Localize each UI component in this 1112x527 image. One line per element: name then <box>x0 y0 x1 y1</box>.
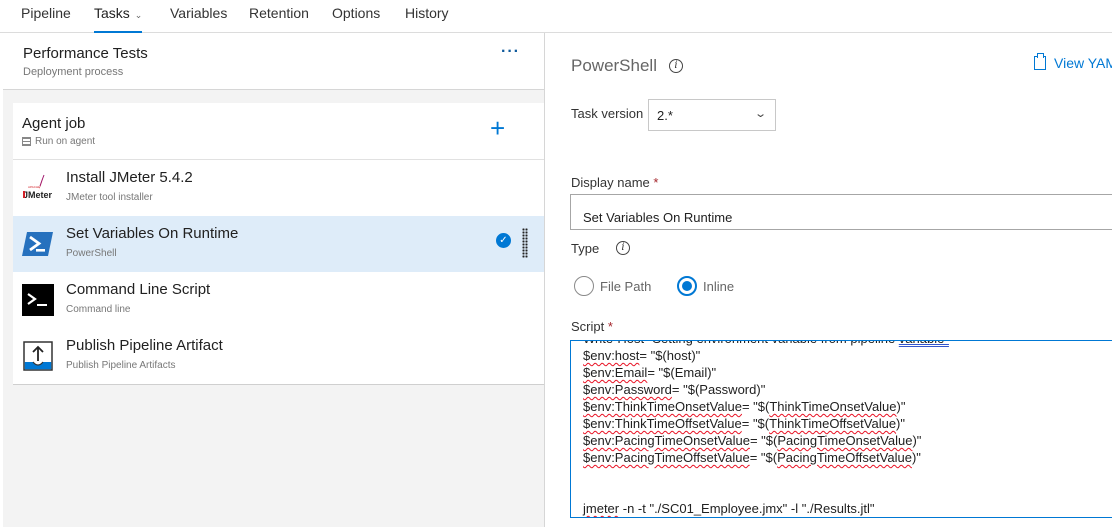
script-label-text: Script <box>571 319 605 334</box>
task-version-value: 2.* <box>657 108 673 123</box>
process-pane: Performance Tests Deployment process ···… <box>0 33 545 527</box>
view-yaml-label: View YAML <box>1054 55 1112 71</box>
script-line: Write-Host "Setting environment variable… <box>583 341 1112 347</box>
script-editor[interactable]: Write-Host "Setting environment variable… <box>570 340 1112 518</box>
type-radio-inline[interactable]: Inline <box>677 276 734 296</box>
script-line: $env:Email= "$(Email)" <box>583 365 717 380</box>
task-title: Set Variables On Runtime <box>66 225 239 242</box>
task-item-install-jmeter[interactable]: APACHE JMeter Install JMeter 5.4.2 JMete… <box>13 160 544 216</box>
enabled-check-icon: ✓ <box>496 233 511 248</box>
svg-text:JMeter: JMeter <box>23 190 53 200</box>
powershell-icon <box>22 232 53 256</box>
tab-pipeline[interactable]: Pipeline <box>21 5 71 33</box>
script-label: Script * <box>571 319 613 334</box>
script-line: jmeter -n -t "./SC01_Employee.jmx" -l ".… <box>583 501 875 516</box>
script-line: $env:PacingTimeOffsetValue= "$(PacingTim… <box>583 450 921 465</box>
radio-circle <box>574 276 594 296</box>
task-subtitle: Publish Pipeline Artifacts <box>66 360 176 371</box>
script-line: $env:PacingTimeOnsetValue= "$(PacingTime… <box>583 433 922 448</box>
tab-history[interactable]: History <box>405 5 449 33</box>
display-name-input[interactable] <box>570 194 1112 230</box>
tab-tasks[interactable]: Tasks ⌄ <box>94 5 143 33</box>
tab-variables[interactable]: Variables <box>170 5 227 33</box>
script-line <box>583 466 1112 483</box>
script-line: $env:host= "$(host)" <box>583 348 701 363</box>
process-title: Performance Tests <box>23 45 148 62</box>
terminal-icon <box>22 284 54 316</box>
info-icon[interactable]: i <box>616 241 630 255</box>
info-icon[interactable]: i <box>669 59 683 73</box>
task-subtitle: PowerShell <box>66 248 117 259</box>
type-radio-file-path[interactable]: File Path <box>574 276 651 296</box>
display-name-label-text: Display name <box>571 175 650 190</box>
agent-job-row[interactable]: Agent job Run on agent + <box>13 103 544 160</box>
script-line <box>583 483 1112 500</box>
process-header[interactable]: Performance Tests Deployment process ··· <box>3 33 544 90</box>
radio-label: File Path <box>600 278 652 294</box>
server-icon <box>22 137 31 146</box>
task-item-set-variables[interactable]: Set Variables On Runtime PowerShell ✓ <box>13 216 544 272</box>
script-line: $env:ThinkTimeOffsetValue= "$(ThinkTimeO… <box>583 416 905 431</box>
task-subtitle: Command line <box>66 304 131 315</box>
tab-options[interactable]: Options <box>332 5 380 33</box>
task-title: Command Line Script <box>66 281 211 298</box>
pipeline-tab-bar: Pipeline Tasks ⌄ Variables Retention Opti… <box>0 0 1112 33</box>
svg-text:APACHE: APACHE <box>28 185 40 189</box>
jmeter-logo-icon: APACHE JMeter <box>23 174 53 200</box>
task-item-publish-artifact[interactable]: Publish Pipeline Artifact Publish Pipeli… <box>13 328 544 384</box>
display-name-label: Display name * <box>571 175 658 190</box>
script-line: $env:Password= "$(Password)" <box>583 382 766 397</box>
task-title: Publish Pipeline Artifact <box>66 337 223 354</box>
radio-label: Inline <box>703 278 735 294</box>
task-title: Install JMeter 5.4.2 <box>66 169 193 186</box>
task-item-command-line[interactable]: Command Line Script Command line <box>13 272 544 328</box>
view-yaml-link[interactable]: View YAML <box>1034 53 1112 71</box>
script-content: Write-Host "Setting environment variable… <box>583 341 1112 517</box>
more-options-button[interactable]: ··· <box>501 43 520 61</box>
radio-circle-selected <box>677 276 697 296</box>
required-marker: * <box>653 175 659 190</box>
type-label: Type <box>571 241 600 256</box>
task-version-label: Task version <box>571 106 644 121</box>
agent-job-subtitle: Run on agent <box>22 136 95 147</box>
required-marker: * <box>607 319 613 334</box>
chevron-down-icon: ⌄ <box>134 10 143 20</box>
chevron-down-icon: ⌄ <box>753 108 767 120</box>
tab-tasks-label: Tasks <box>94 5 130 21</box>
tab-retention[interactable]: Retention <box>249 5 309 33</box>
agent-job-card: Agent job Run on agent + APACHE JMeter I… <box>13 103 544 385</box>
agent-job-subtitle-text: Run on agent <box>35 136 96 147</box>
add-task-button[interactable]: + <box>490 115 505 141</box>
task-detail-pane: PowerShell i View YAML Task version 2.* … <box>546 33 1112 527</box>
collapsed-sidebar-edge <box>0 33 3 527</box>
drag-handle-icon[interactable] <box>522 228 528 258</box>
clipboard-icon <box>1034 53 1046 70</box>
task-version-select[interactable]: 2.* ⌄ <box>648 99 776 131</box>
script-line: $env:ThinkTimeOnsetValue= "$(ThinkTimeOn… <box>583 399 906 414</box>
process-subtitle: Deployment process <box>23 66 124 78</box>
task-subtitle: JMeter tool installer <box>66 192 153 203</box>
task-detail-title: PowerShell <box>571 56 657 75</box>
upload-artifact-icon <box>23 341 53 371</box>
agent-job-title: Agent job <box>22 115 86 132</box>
